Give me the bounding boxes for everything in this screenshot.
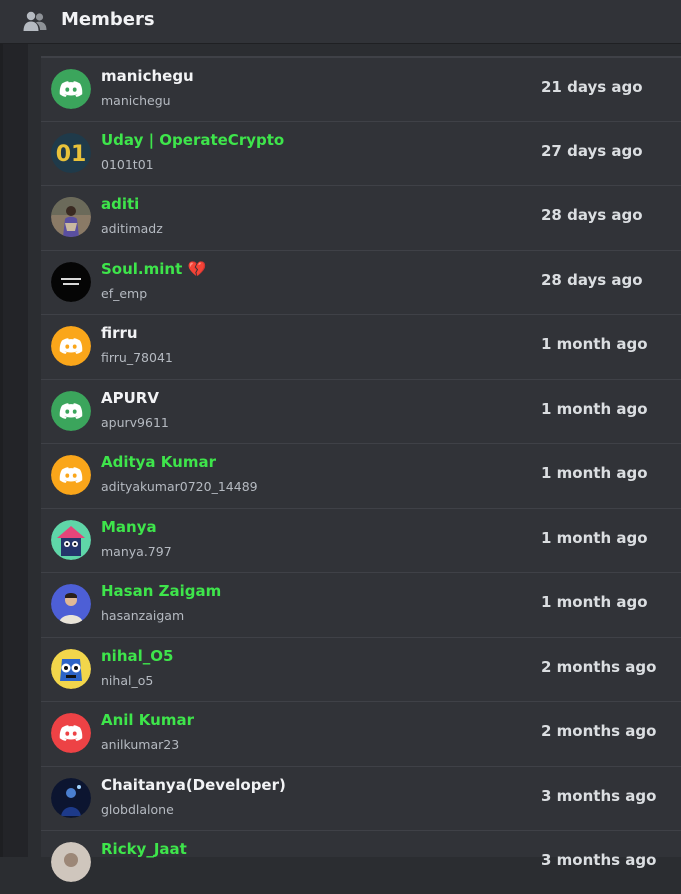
avatar[interactable] — [51, 584, 91, 624]
avatar[interactable] — [51, 197, 91, 237]
avatar-image — [51, 197, 91, 237]
member-username: manichegu — [101, 93, 171, 108]
member-display-name[interactable]: Ricky_Jaat — [101, 840, 187, 858]
member-username: ef_emp — [101, 285, 148, 301]
avatar-image: 01 — [51, 132, 91, 173]
member-username: 0101t01 — [101, 156, 154, 172]
member-display-name[interactable]: Manya — [101, 518, 157, 536]
svg-text:01: 01 — [56, 142, 87, 167]
avatar-image — [51, 648, 91, 689]
member-display-name[interactable]: Soul.mint 💔 — [101, 260, 206, 278]
member-display-name[interactable]: Hasan Zaigam — [101, 582, 221, 600]
member-display-name[interactable]: Aditya Kumar — [101, 453, 216, 471]
avatar[interactable] — [51, 713, 91, 753]
member-joined-time: 2 months ago — [541, 722, 657, 740]
avatar[interactable] — [51, 842, 91, 882]
member-joined-time: 3 months ago — [541, 786, 657, 805]
discord-logo-icon — [51, 69, 91, 109]
member-row[interactable]: Aditya Kumar adityakumar0720_14489 1 month… — [41, 443, 681, 507]
member-row[interactable]: Manya manya.797 1 month ago — [41, 507, 681, 572]
avatar-image — [51, 584, 91, 624]
avatar[interactable]: 01 — [51, 132, 91, 173]
member-username: aditimadz — [101, 221, 163, 236]
member-list-panel: manichegu manichegu 21 days ago 01 Uday | Op… — [28, 44, 681, 882]
member-row[interactable]: Anil Kumar anilkumar23 2 months ago — [41, 701, 681, 765]
member-joined-time: 1 month ago — [541, 464, 648, 482]
member-username: nihal_o5 — [101, 672, 154, 688]
member-row[interactable]: firru firru_78041 1 month ago — [41, 314, 681, 378]
member-joined-time: 21 days ago — [541, 78, 643, 96]
member-username: hasanzaigam — [101, 608, 185, 623]
member-row[interactable]: manichegu manichegu 21 days ago — [41, 56, 681, 120]
members-icon — [23, 11, 47, 31]
discord-logo-icon — [51, 326, 91, 366]
member-joined-time: 2 months ago — [541, 657, 657, 676]
member-joined-time: 28 days ago — [541, 270, 643, 289]
member-display-name[interactable]: Chaitanya(Developer) — [101, 776, 286, 794]
member-username: apurv9611 — [101, 414, 169, 430]
member-joined-time: 3 months ago — [541, 851, 657, 869]
member-joined-time: 1 month ago — [541, 528, 648, 547]
page-title: Members — [61, 9, 155, 30]
avatar[interactable] — [51, 261, 91, 302]
member-row[interactable]: Chaitanya(Developer) globdlalone 3 months … — [41, 765, 681, 830]
member-username: manya.797 — [101, 543, 172, 559]
left-rail — [0, 44, 28, 857]
member-row[interactable]: APURV apurv9611 1 month ago — [41, 378, 681, 443]
member-row[interactable]: Hasan Zaigam hasanzaigam 1 month ago — [41, 572, 681, 636]
avatar[interactable] — [51, 777, 91, 818]
discord-logo-icon — [51, 713, 91, 753]
member-joined-time: 28 days ago — [541, 206, 643, 224]
discord-logo-icon — [51, 455, 91, 495]
avatar[interactable] — [51, 326, 91, 366]
avatar-image — [51, 519, 91, 560]
member-display-name[interactable]: manichegu — [101, 67, 194, 85]
member-display-name[interactable]: aditi — [101, 195, 139, 213]
member-display-name[interactable]: Anil Kumar — [101, 711, 194, 729]
member-joined-time: 1 month ago — [541, 335, 648, 353]
avatar[interactable] — [51, 69, 91, 109]
member-row[interactable]: Soul.mint 💔 ef_emp 28 days ago — [41, 249, 681, 314]
avatar[interactable] — [51, 648, 91, 689]
member-row[interactable]: nihal_O5 nihal_o5 2 months ago — [41, 636, 681, 701]
member-username: anilkumar23 — [101, 737, 180, 752]
member-display-name[interactable]: APURV — [101, 389, 159, 407]
discord-logo-icon — [51, 390, 91, 431]
member-display-name[interactable]: Uday | OperateCrypto — [101, 131, 284, 149]
member-display-name[interactable]: firru — [101, 324, 138, 342]
member-joined-time: 1 month ago — [541, 399, 648, 418]
avatar[interactable] — [51, 519, 91, 560]
member-username: firru_78041 — [101, 350, 173, 365]
avatar[interactable] — [51, 455, 91, 495]
avatar[interactable] — [51, 390, 91, 431]
member-username: globdlalone — [101, 801, 174, 817]
member-row[interactable]: Ricky_Jaat 3 months ago — [41, 830, 681, 894]
member-row[interactable]: 01 Uday | OperateCrypto 0101t01 27 days ago — [41, 120, 681, 185]
member-joined-time: 27 days ago — [541, 141, 643, 160]
member-username: adityakumar0720_14489 — [101, 479, 258, 494]
member-display-name[interactable]: nihal_O5 — [101, 647, 173, 665]
avatar-image — [51, 261, 91, 302]
rail-divider — [0, 44, 3, 857]
member-joined-time: 1 month ago — [541, 593, 648, 611]
member-row[interactable]: aditi aditimadz 28 days ago — [41, 185, 681, 249]
members-header: Members — [0, 0, 681, 44]
member-list: manichegu manichegu 21 days ago 01 Uday | Op… — [41, 56, 681, 882]
avatar-image — [51, 777, 91, 818]
avatar-image — [51, 842, 91, 882]
